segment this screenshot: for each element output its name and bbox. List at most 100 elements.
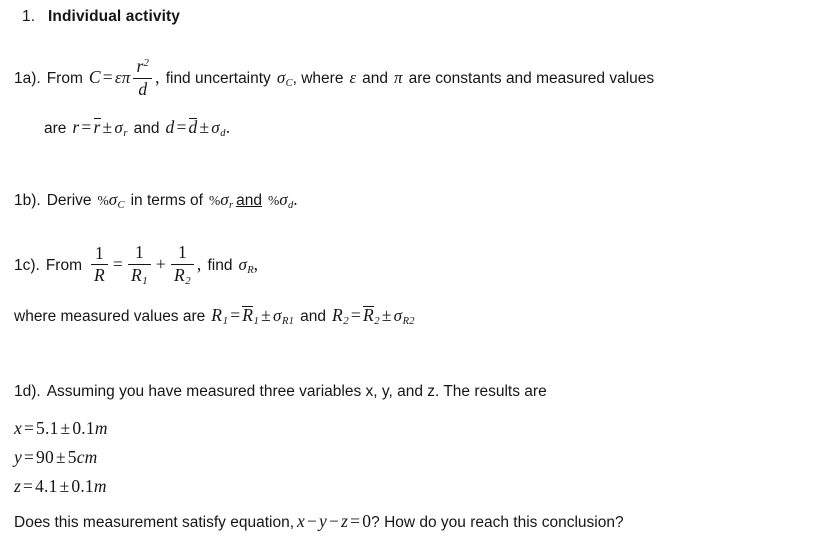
question-1d: 1d). Assuming you have measured three var…: [14, 383, 547, 400]
equation-d-definition: d = d ± σd.: [166, 117, 231, 139]
final-minus-1: −: [306, 511, 318, 531]
measurement-y-var: y: [14, 447, 22, 467]
var-R2: R2: [331, 305, 349, 328]
sigma-subscript-1b-C: C: [117, 199, 125, 211]
text-where-measured: where measured values are: [14, 308, 206, 325]
final-zero: 0: [362, 511, 372, 531]
period-1b: .: [293, 189, 298, 209]
text-from-1c: From: [45, 256, 83, 274]
final-equals: =: [350, 511, 361, 531]
sigma-R2: σR2: [393, 306, 415, 327]
text-in-terms-of: in terms of: [130, 192, 203, 209]
epsilon-symbol: ε: [114, 68, 122, 88]
measurement-z-value: 4.1: [35, 476, 58, 496]
exponent-2: 2: [143, 57, 150, 70]
question-1a-continuation: are r = r ± σr and d = d ± σd.: [44, 117, 231, 140]
measurement-y-value: 90: [36, 447, 54, 467]
sigma-R: σR,: [238, 253, 259, 276]
sigma-subscript-r: r: [123, 127, 128, 139]
sigma-subscript-R: R: [247, 264, 254, 276]
numerator-1-a: 1: [94, 242, 104, 263]
percent-sigma-r: %σr: [208, 190, 234, 211]
heading-title: Individual activity: [48, 8, 180, 25]
measurement-x-pm: ±: [60, 418, 71, 438]
final-question-text-before: Does this measurement satisfy equation,: [14, 514, 294, 531]
question-1c-where-line: where measured values are R1 = R1 ± σR1 and R2 =…: [14, 305, 415, 328]
R2-base: R: [331, 305, 343, 325]
text-derive: Derive: [46, 192, 92, 209]
fraction-1-over-R2: 1 R2: [170, 242, 194, 287]
sigma-symbol: σ: [276, 68, 286, 88]
denominator-R2-base: R: [173, 264, 185, 285]
text-are: are: [44, 120, 67, 137]
label-1b: 1b).: [14, 192, 41, 209]
R2-sub: 2: [343, 315, 349, 328]
sigma-symbol-1c: σ: [238, 254, 247, 274]
measurement-x-var: x: [14, 418, 22, 438]
sigma-symbol-1b-C: σ: [108, 190, 118, 209]
fraction-1-over-R1: 1 R1: [127, 242, 151, 287]
percent-symbol-2: %: [208, 193, 221, 208]
measurement-y-pm: ±: [55, 447, 66, 467]
measurement-x-eq: =: [23, 418, 35, 438]
pi-symbol-2: π: [394, 68, 403, 88]
label-1a: 1a).: [14, 70, 41, 88]
denominator-R1-base: R: [130, 264, 142, 285]
sigma-R1: σR1: [272, 306, 295, 327]
text-find-1c: find: [207, 256, 233, 274]
var-C: C: [88, 67, 101, 88]
measurement-z-uncertainty: 0.1: [71, 476, 94, 496]
measurement-x-value: 5.1: [36, 418, 59, 438]
trailing-comma-1c: ,: [253, 253, 259, 274]
plus-minus-d: ±: [199, 117, 210, 137]
final-var-y: y: [319, 511, 328, 531]
denominator-R2: R2: [171, 264, 194, 287]
sigma-symbol-1b-d: σ: [279, 190, 288, 209]
measurement-x-unit: m: [94, 418, 108, 438]
page-title: 1. Individual activity: [22, 8, 180, 25]
plus-minus-R2: ±: [381, 305, 392, 325]
R2-mean-overline: R: [362, 305, 374, 325]
plus-minus-r: ±: [102, 117, 113, 137]
final-equation: x − y − z = 0: [297, 511, 371, 531]
numerator-1-c: 1: [177, 242, 187, 262]
measurement-z-pm: ±: [59, 476, 70, 496]
percent-symbol-1: %: [97, 193, 109, 208]
equals-sign-R1: =: [230, 305, 241, 325]
pi-symbol: π: [121, 68, 131, 88]
text-1d: Assuming you have measured three variabl…: [46, 383, 547, 400]
period-1a: .: [225, 117, 231, 137]
text-where-1a: , where: [292, 70, 344, 88]
final-var-x: x: [297, 511, 305, 531]
equation-resistors: 1 R = 1 R1 +1 R2,: [88, 242, 201, 287]
denominator-R2-sub: 2: [185, 274, 191, 287]
measurement-z-unit: m: [93, 476, 107, 496]
equation-1a: C = επ r2 d,: [88, 56, 160, 98]
sigma-symbol-d: σ: [211, 118, 220, 137]
R2-mean-sub: 2: [374, 315, 380, 328]
comma-1a: ,: [155, 67, 160, 88]
sigma-subscript-1b-r: r: [228, 199, 234, 211]
sigma-d: σd: [211, 118, 225, 139]
question-1c: 1c). From 1 R = 1 R1 +1 R2, find σR,: [14, 242, 259, 288]
plus-sign-1c: +: [155, 253, 166, 274]
heading-number: 1.: [22, 8, 36, 25]
equation-R1-definition: R1 = R1 ± σR1: [211, 305, 295, 327]
sigma-subscript-R2: R2: [402, 315, 415, 327]
equals-sign-d: =: [176, 117, 187, 137]
text-and-1a: and: [362, 70, 389, 88]
text-and-cont: and: [133, 120, 160, 137]
sigma-symbol-R1: σ: [272, 306, 282, 325]
equation-R2-definition: R2 = R2 ± σR2: [331, 305, 415, 328]
fraction-1-over-R: 1R: [91, 242, 108, 286]
denominator-R1: R1: [128, 264, 151, 287]
measurement-y-unit: cm: [76, 447, 98, 467]
percent-symbol-3: %: [267, 193, 280, 208]
var-R1: R1: [211, 305, 228, 327]
sigma-subscript-R1: R1: [281, 315, 295, 327]
final-minus-2: −: [329, 511, 340, 531]
sigma-symbol-R2: σ: [393, 306, 403, 325]
final-question: Does this measurement satisfy equation, x…: [14, 511, 624, 531]
measurement-x: x = 5.1 ±0.1m: [14, 418, 108, 438]
R2-mean: R2: [362, 305, 380, 328]
